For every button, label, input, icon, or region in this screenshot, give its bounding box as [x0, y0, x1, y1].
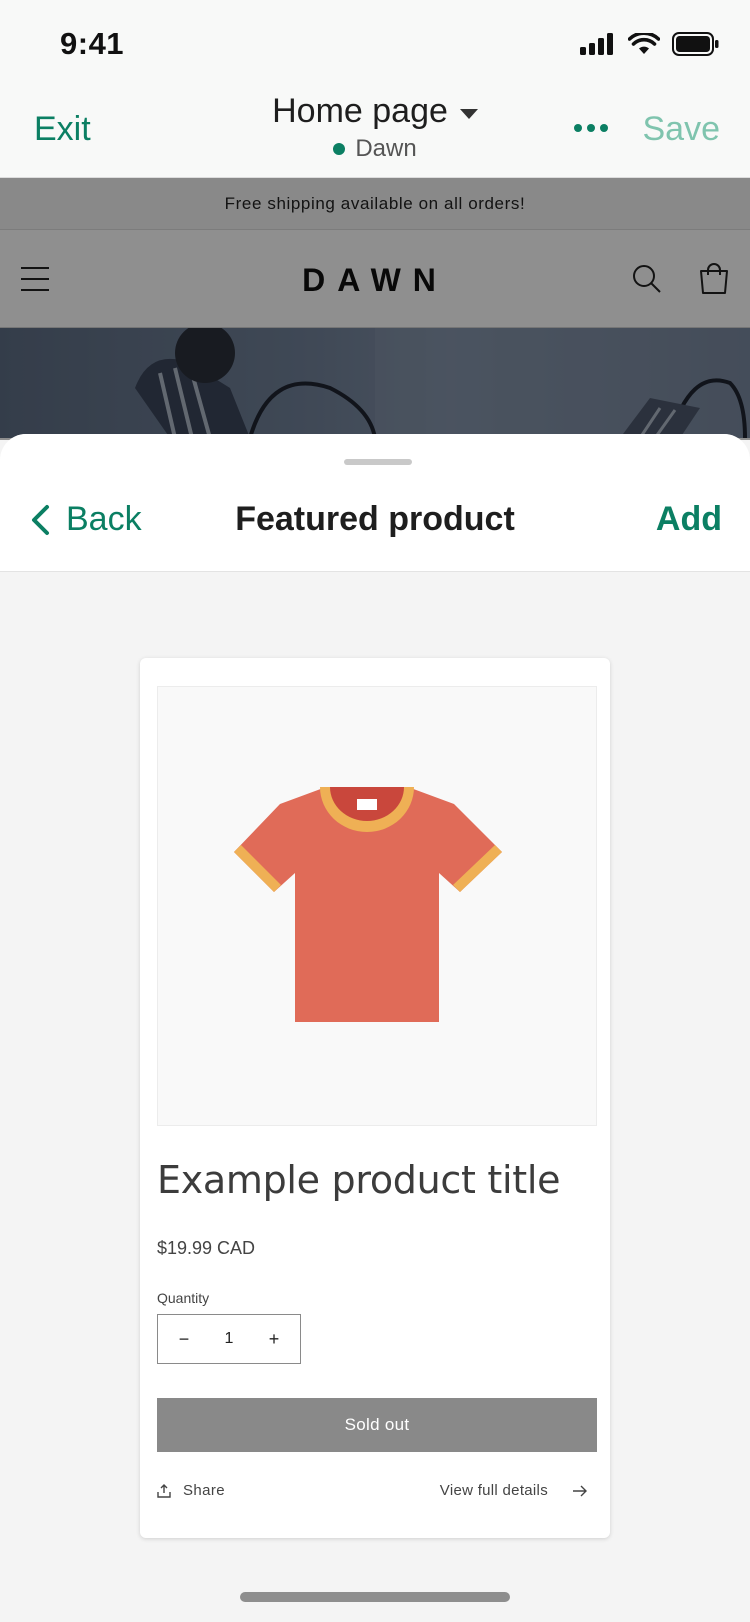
status-bar: 9:41 — [0, 0, 750, 88]
page-selector[interactable]: Home page Dawn — [0, 92, 750, 163]
status-time: 9:41 — [60, 26, 125, 61]
save-button[interactable]: Save — [643, 110, 721, 149]
editor-header: Exit Home page Dawn Save — [0, 88, 750, 178]
view-details-label: View full details — [439, 1482, 548, 1499]
more-options-icon[interactable] — [574, 124, 608, 132]
view-full-details-link: View full details — [440, 1482, 588, 1499]
preview-dim-overlay — [0, 178, 750, 440]
minus-icon: − — [178, 1328, 190, 1349]
sheet-header: Back Featured product Add — [0, 434, 750, 572]
share-label: Share — [183, 1482, 226, 1499]
section-picker-sheet: Back Featured product Add Example produc… — [0, 434, 750, 1622]
plus-icon: + — [268, 1328, 280, 1349]
quantity-stepper: − 1 + — [157, 1314, 301, 1364]
share-icon — [157, 1483, 171, 1498]
status-icons — [580, 32, 720, 56]
theme-indicator: Dawn — [0, 135, 750, 163]
tshirt-image — [234, 787, 502, 1022]
caret-down-icon — [459, 108, 478, 119]
live-status-dot — [333, 143, 346, 155]
product-title: Example product title — [157, 1158, 561, 1202]
page-title-label: Home page — [272, 92, 448, 130]
product-image — [157, 686, 597, 1126]
theme-name: Dawn — [355, 135, 417, 162]
arrow-right-icon — [573, 1485, 587, 1496]
quantity-label: Quantity — [157, 1290, 210, 1306]
battery-icon — [672, 32, 719, 56]
sold-out-button: Sold out — [157, 1398, 597, 1452]
add-button[interactable]: Add — [656, 500, 722, 539]
featured-product-preview: Example product title $19.99 CAD Quantit… — [140, 658, 610, 1538]
page-title[interactable]: Home page — [272, 92, 478, 131]
share-link: Share — [157, 1482, 225, 1499]
sheet-grabber[interactable] — [344, 459, 412, 465]
product-price: $19.99 CAD — [157, 1238, 256, 1258]
home-indicator[interactable] — [240, 1592, 510, 1602]
quantity-value: 1 — [224, 1330, 234, 1347]
back-button[interactable]: Back — [30, 500, 142, 539]
wifi-icon — [628, 33, 660, 54]
chevron-left-icon — [32, 504, 49, 535]
cellular-signal-icon — [580, 33, 613, 55]
back-label: Back — [66, 500, 142, 538]
